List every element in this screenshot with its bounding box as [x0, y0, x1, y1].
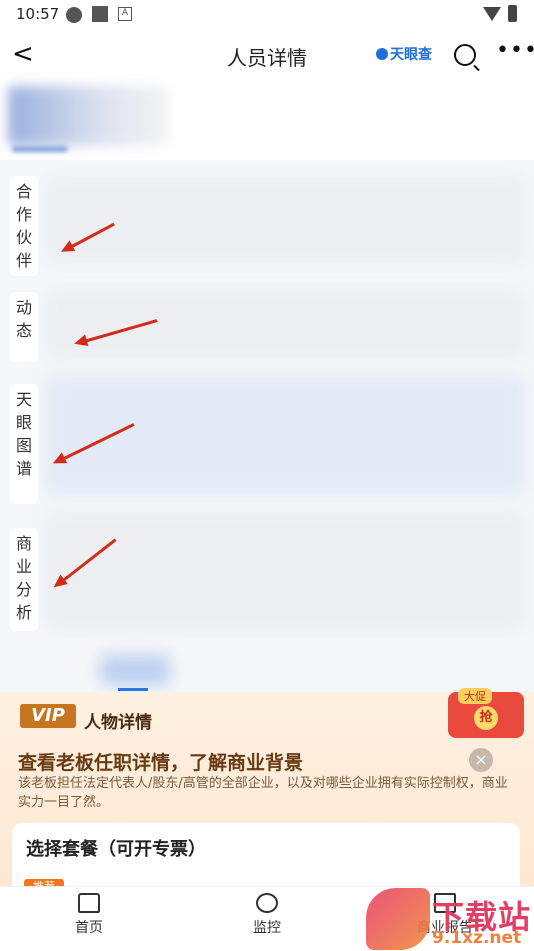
- side-tab-business-analysis[interactable]: 商 业 分 析: [10, 528, 38, 631]
- partner-card-blurred: [45, 175, 525, 265]
- vip-headline: 查看老板任职详情，了解商业背景: [18, 752, 304, 774]
- gift-badge[interactable]: 大促 抢: [448, 688, 524, 738]
- side-tab-label: 动 态: [15, 298, 32, 340]
- analysis-card-blurred: [45, 510, 525, 630]
- tab-label: 监控: [253, 920, 281, 936]
- brand-icon: [376, 48, 388, 60]
- a-notification-icon: A: [118, 7, 132, 21]
- status-time: 10:57: [16, 5, 60, 23]
- site-watermark: 下载站 9.1xz.net: [366, 888, 534, 950]
- plan-title: 选择套餐（可开专票）: [26, 839, 206, 860]
- side-tab-partners[interactable]: 合 作 伙 伴: [10, 176, 38, 276]
- vip-description: 该老板担任法定代表人/股东/高管的全部企业，以及对哪些企业拥有实际控制权，商业实…: [18, 776, 508, 810]
- active-tab-underline: [118, 688, 148, 691]
- battery-icon: [508, 5, 517, 22]
- sale-label: 大促: [458, 688, 492, 704]
- profile-underline-blurred: [12, 146, 68, 152]
- square-notification-icon: [92, 6, 108, 22]
- brand-logo[interactable]: 天眼查: [376, 44, 432, 64]
- tab-indicator-blurred: [100, 655, 170, 685]
- vip-logo: VIP: [20, 704, 76, 728]
- side-tab-label: 商 业 分 析: [15, 534, 32, 622]
- close-icon[interactable]: ×: [469, 748, 493, 772]
- status-bar: 10:57 A: [0, 0, 534, 30]
- camera-icon: [256, 893, 278, 913]
- side-tab-news[interactable]: 动 态: [10, 292, 38, 362]
- wifi-icon: [483, 7, 501, 21]
- profile-header-blurred: [8, 86, 168, 146]
- search-icon[interactable]: [454, 44, 476, 66]
- watermark-url: 9.1xz.net: [432, 928, 522, 948]
- side-tab-label: 天 眼 图 谱: [15, 390, 32, 478]
- graph-card-blurred: [45, 375, 525, 495]
- top-nav-bar: < 人员详情 天眼查 •••: [0, 30, 534, 80]
- vip-subtitle: 人物详情: [84, 713, 152, 733]
- watermark-logo-icon: [366, 888, 430, 950]
- more-options-button[interactable]: •••: [496, 38, 534, 63]
- app-notification-icon: [66, 7, 82, 23]
- tab-home[interactable]: 首页: [44, 893, 134, 937]
- brand-name: 天眼查: [390, 47, 432, 63]
- home-icon: [78, 893, 100, 913]
- news-card-blurred: [45, 290, 525, 360]
- grab-icon: 抢: [474, 706, 498, 730]
- tab-monitor[interactable]: 监控: [222, 893, 312, 937]
- tab-label: 首页: [75, 920, 103, 936]
- side-tab-label: 合 作 伙 伴: [15, 182, 32, 270]
- plan-selection-card[interactable]: 选择套餐（可开专票） 推荐: [12, 823, 520, 893]
- vip-promo-panel: VIP 人物详情 大促 抢 查看老板任职详情，了解商业背景 × 该老板担任法定代…: [0, 688, 534, 893]
- side-tab-relation-graph[interactable]: 天 眼 图 谱: [10, 384, 38, 504]
